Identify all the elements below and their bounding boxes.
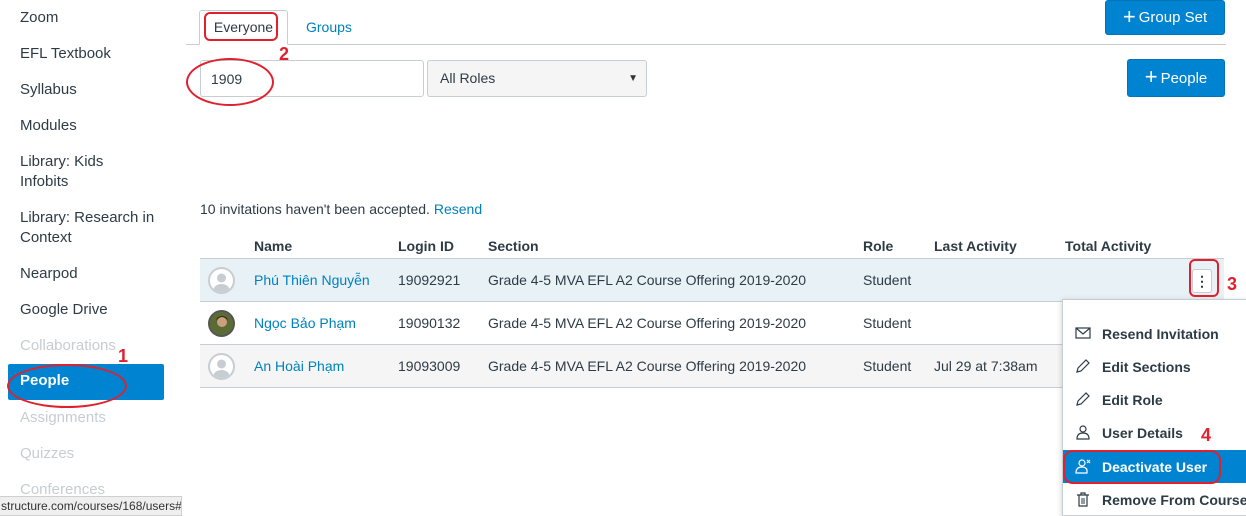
role: Student [863,358,912,374]
avatar[interactable] [208,353,235,380]
nav-efl-textbook[interactable]: EFL Textbook [20,44,111,64]
col-section[interactable]: Section [488,238,539,254]
tabs-divider [186,44,1226,45]
user-name-link[interactable]: Ngọc Bảo Phạm [254,315,356,331]
caret-down-icon: ▼ [628,73,638,84]
role: Student [863,272,912,288]
menu-label: Edit Sections [1102,359,1191,375]
col-total-activity[interactable]: Total Activity [1065,238,1151,254]
role: Student [863,315,912,331]
tab-everyone[interactable]: Everyone [199,10,288,45]
user-name-link[interactable]: An Hoài Phạm [254,358,344,374]
pencil-icon [1076,392,1090,406]
menu-deactivate-user[interactable]: Deactivate User [1063,450,1246,483]
add-people-button[interactable]: + People [1127,59,1225,97]
annotation-number-1: 1 [118,346,129,366]
annotation-number-3: 3 [1227,274,1238,294]
user-x-icon [1075,459,1091,474]
menu-label: User Details [1102,425,1183,441]
nav-library-research[interactable]: Library: Research in Context [20,208,160,248]
invitations-text: 10 invitations haven't been accepted. [200,201,430,217]
nav-zoom[interactable]: Zoom [20,8,58,28]
more-options-button[interactable]: ⋮ [1192,269,1212,293]
envelope-icon [1075,327,1091,339]
table-row: Phú Thiên Nguyễn 19092921 Grade 4-5 MVA … [200,259,1224,302]
user-actions-menu: Resend Invitation Edit Sections Edit Rol… [1062,299,1246,516]
nav-modules[interactable]: Modules [20,116,77,136]
search-input[interactable] [200,60,424,97]
resend-link[interactable]: Resend [434,201,482,217]
annotation-number-2: 2 [279,44,290,64]
col-login-id[interactable]: Login ID [398,238,454,254]
role-filter-select[interactable]: All Roles ▼ [427,60,647,97]
avatar[interactable] [208,310,235,337]
status-bar-url: structure.com/courses/168/users# [0,496,182,516]
menu-label: Edit Role [1102,392,1163,408]
login-id: 19093009 [398,358,461,374]
trash-icon [1077,492,1089,507]
menu-remove-from-course[interactable]: Remove From Course [1063,483,1246,516]
avatar[interactable] [208,267,235,294]
login-id: 19092921 [398,272,461,288]
nav-google-drive[interactable]: Google Drive [20,300,108,320]
add-group-set-label: Group Set [1138,9,1208,26]
menu-user-details[interactable]: User Details [1063,416,1246,449]
annotation-number-4: 4 [1201,425,1212,445]
user-icon [1076,425,1090,440]
col-role[interactable]: Role [863,238,893,254]
canvas-people-page: Zoom EFL Textbook Syllabus Modules Libra… [0,0,1246,516]
menu-resend-invitation[interactable]: Resend Invitation [1063,317,1246,350]
role-filter-value: All Roles [440,70,496,86]
add-group-set-button[interactable]: + Group Set [1105,0,1225,35]
invitations-notice: 10 invitations haven't been accepted. Re… [200,201,482,217]
nav-people[interactable]: People [8,364,164,400]
tab-groups[interactable]: Groups [306,19,352,35]
nav-assignments[interactable]: Assignments [20,408,106,428]
section: Grade 4-5 MVA EFL A2 Course Offering 201… [488,272,807,288]
menu-edit-sections[interactable]: Edit Sections [1063,350,1246,383]
course-navigation: Zoom EFL Textbook Syllabus Modules Libra… [0,0,180,516]
plus-icon: + [1144,64,1158,89]
pencil-icon [1076,359,1090,373]
add-people-label: People [1160,69,1208,87]
last-activity: Jul 29 at 7:38am [934,358,1038,374]
section: Grade 4-5 MVA EFL A2 Course Offering 201… [488,358,807,374]
menu-label: Resend Invitation [1102,326,1219,342]
nav-syllabus[interactable]: Syllabus [20,80,77,100]
roster-table-header: Name Login ID Section Role Last Activity… [200,236,1224,259]
plus-icon: + [1122,3,1136,29]
col-name[interactable]: Name [254,238,292,254]
section: Grade 4-5 MVA EFL A2 Course Offering 201… [488,315,807,331]
nav-library-kids-infobits[interactable]: Library: Kids Infobits [20,152,140,192]
kebab-icon: ⋮ [1195,273,1209,289]
nav-quizzes[interactable]: Quizzes [20,444,74,464]
menu-edit-role[interactable]: Edit Role [1063,383,1246,416]
user-name-link[interactable]: Phú Thiên Nguyễn [254,272,370,288]
login-id: 19090132 [398,315,461,331]
nav-people-label: People [20,372,70,389]
nav-collaborations[interactable]: Collaborations [20,336,116,356]
nav-nearpod[interactable]: Nearpod [20,264,78,284]
menu-label: Remove From Course [1102,492,1246,508]
col-last-activity[interactable]: Last Activity [934,238,1017,254]
menu-label: Deactivate User [1102,459,1208,475]
